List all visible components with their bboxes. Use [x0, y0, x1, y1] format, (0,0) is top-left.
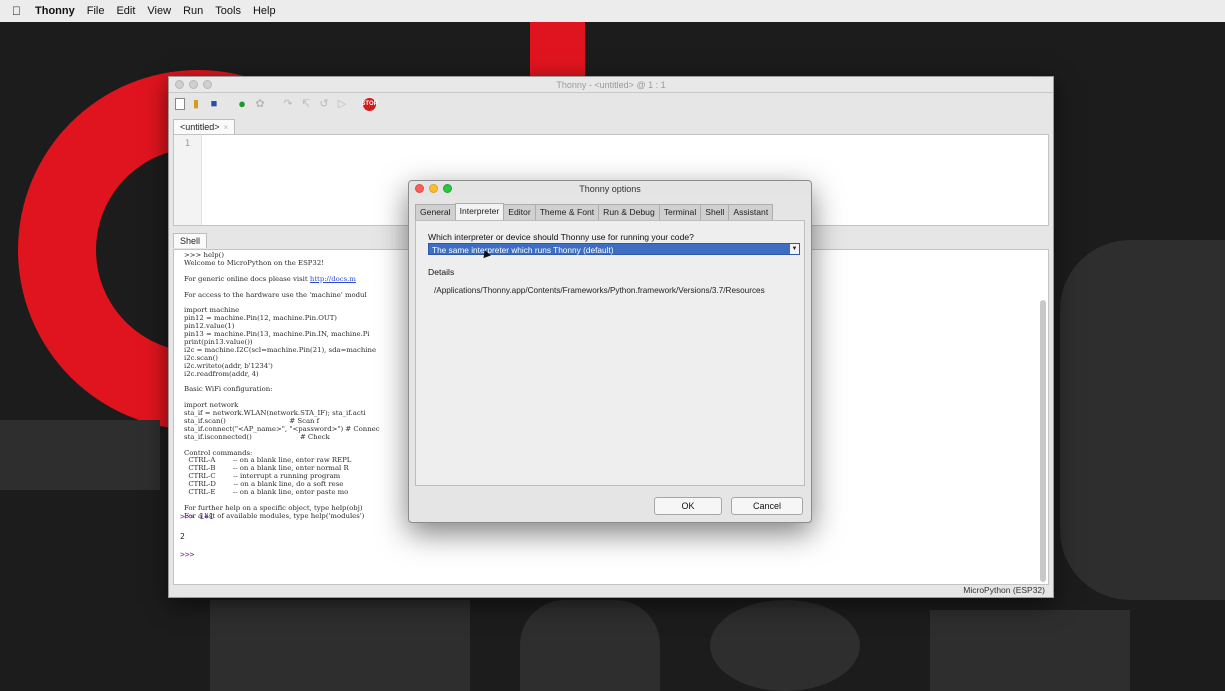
- resume-icon[interactable]: ▷: [335, 97, 349, 111]
- tab-untitled[interactable]: <untitled> ×: [173, 119, 236, 135]
- menu-thonny[interactable]: Thonny: [35, 5, 75, 17]
- shell-scrollbar[interactable]: [1040, 300, 1046, 582]
- tab-editor[interactable]: Editor: [503, 204, 536, 220]
- cancel-button[interactable]: Cancel: [731, 497, 803, 515]
- wallpaper-shape: [930, 610, 1130, 691]
- wallpaper-red-bar: [530, 14, 585, 84]
- menu-bar:  Thonny File Edit View Run Tools Help: [0, 0, 1225, 22]
- shell-command: 1+1: [199, 512, 214, 521]
- line-number: 1: [184, 139, 191, 149]
- menu-edit[interactable]: Edit: [116, 5, 135, 17]
- apple-icon[interactable]: : [12, 4, 21, 18]
- menu-tools[interactable]: Tools: [215, 5, 241, 17]
- step-over-icon[interactable]: ↷: [281, 97, 295, 111]
- menu-file[interactable]: File: [87, 5, 105, 17]
- chevron-down-icon[interactable]: ▼: [790, 244, 799, 254]
- docs-link[interactable]: http://docs.m: [310, 275, 356, 283]
- main-window-title: Thonny - <untitled> @ 1 : 1: [556, 79, 666, 90]
- wallpaper-shape: [1060, 240, 1225, 600]
- wallpaper-shape: [520, 600, 660, 691]
- shell-result: 2: [180, 532, 185, 541]
- new-file-icon[interactable]: [175, 98, 185, 110]
- open-file-icon[interactable]: ▮: [189, 97, 203, 111]
- menu-run[interactable]: Run: [183, 5, 203, 17]
- wallpaper-shape: [710, 600, 860, 691]
- close-tab-icon[interactable]: ×: [224, 123, 229, 132]
- shell-current-line[interactable]: >>>: [174, 550, 194, 559]
- interpreter-status[interactable]: MicroPython (ESP32): [963, 585, 1045, 595]
- tab-terminal[interactable]: Terminal: [658, 204, 702, 220]
- tab-shell-options[interactable]: Shell: [700, 204, 730, 220]
- debug-icon[interactable]: ✿: [253, 97, 267, 111]
- thonny-options-dialog: Thonny options General Interpreter Edito…: [408, 180, 812, 523]
- line-number-gutter: 1: [174, 135, 202, 225]
- dialog-titlebar: Thonny options: [409, 181, 811, 196]
- main-toolbar: ▮ ■ ● ✿ ↷ ↸ ↺ ▷ STOP: [169, 93, 1053, 115]
- tab-theme-font[interactable]: Theme & Font: [534, 204, 600, 220]
- tab-assistant[interactable]: Assistant: [728, 204, 774, 220]
- main-titlebar: Thonny - <untitled> @ 1 : 1: [169, 77, 1053, 93]
- tab-general[interactable]: General: [415, 204, 456, 220]
- shell-prompt: >>>: [180, 512, 195, 521]
- wallpaper-shape: [0, 420, 160, 490]
- menu-help[interactable]: Help: [253, 5, 276, 17]
- run-icon[interactable]: ●: [235, 97, 249, 111]
- tab-shell[interactable]: Shell: [173, 233, 208, 248]
- details-label: Details: [428, 267, 455, 277]
- interpreter-question-label: Which interpreter or device should Thonn…: [428, 232, 694, 242]
- save-icon[interactable]: ■: [207, 97, 221, 111]
- dialog-title: Thonny options: [579, 183, 641, 194]
- interpreter-settings-panel: Which interpreter or device should Thonn…: [415, 220, 805, 486]
- ok-button[interactable]: OK: [654, 497, 722, 515]
- menu-view[interactable]: View: [147, 5, 171, 17]
- shell-prompt: >>>: [180, 550, 195, 559]
- editor-tab-bar: <untitled> ×: [169, 115, 1053, 135]
- step-out-icon[interactable]: ↺: [317, 97, 331, 111]
- tab-run-debug[interactable]: Run & Debug: [598, 204, 660, 220]
- options-tab-bar: General Interpreter Editor Theme & Font …: [409, 203, 811, 220]
- status-bar: MicroPython (ESP32): [169, 583, 1053, 597]
- step-into-icon[interactable]: ↸: [299, 97, 313, 111]
- tab-interpreter[interactable]: Interpreter: [454, 203, 505, 220]
- shell-input-line: >>> 1+1: [174, 512, 214, 521]
- stop-icon[interactable]: STOP: [361, 97, 378, 111]
- interpreter-path: /Applications/Thonny.app/Contents/Framew…: [434, 286, 765, 295]
- tab-label: <untitled>: [180, 122, 220, 132]
- wallpaper-shape: [210, 600, 470, 691]
- interpreter-select-value: The same interpreter which runs Thonny (…: [432, 245, 614, 255]
